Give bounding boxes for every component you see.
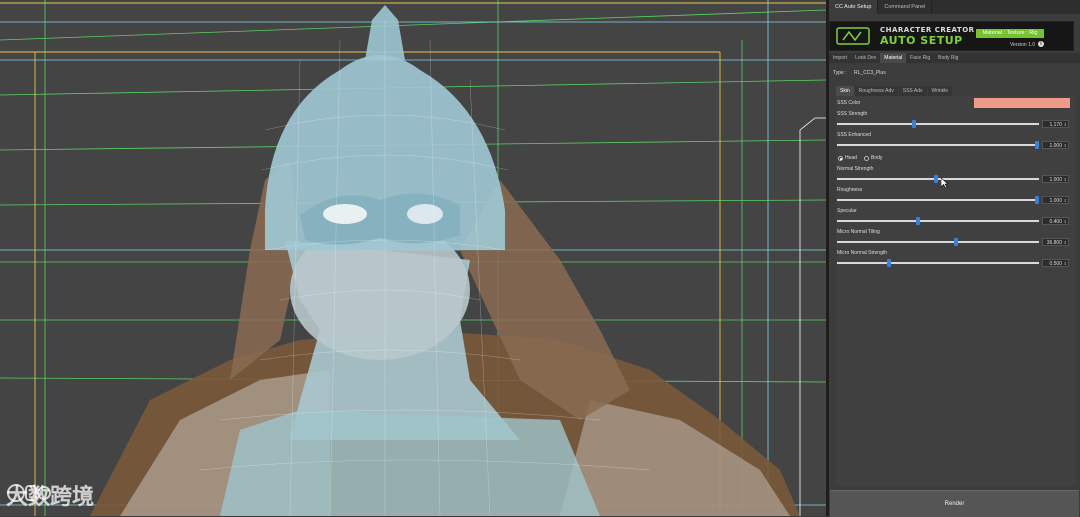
sss-color-label: SSS Color bbox=[837, 100, 861, 106]
tab-skin[interactable]: Skin bbox=[836, 86, 854, 96]
sss-strength-value-text: 1.170 bbox=[1049, 122, 1062, 128]
normal-strength-thumb[interactable] bbox=[934, 175, 939, 183]
tab-import[interactable]: Import bbox=[829, 53, 851, 63]
tab-look-dev[interactable]: Look Dev bbox=[851, 53, 880, 63]
tab-face-rig[interactable]: Face Rig bbox=[906, 53, 934, 63]
watermark: 大数跨境 bbox=[6, 480, 94, 510]
workflow-tabs: Import Look Dev Material Face Rig Body R… bbox=[829, 53, 1080, 63]
spinner-icon[interactable]: ⇕ bbox=[1064, 121, 1067, 129]
specular-value[interactable]: 0.400 ⇕ bbox=[1042, 217, 1069, 225]
roughness-thumb[interactable] bbox=[1035, 196, 1039, 204]
side-panel: CC Auto Setup Command Panel CHARACTER CR… bbox=[829, 0, 1080, 517]
banner-title-line2: AUTO SETUP bbox=[880, 34, 963, 47]
specular-value-text: 0.400 bbox=[1049, 219, 1062, 225]
panel-tabs: CC Auto Setup Command Panel bbox=[829, 0, 1080, 14]
normal-strength-value[interactable]: 1.000 ⇕ bbox=[1042, 175, 1069, 183]
normal-strength-value-text: 1.000 bbox=[1049, 177, 1062, 183]
plugin-banner: CHARACTER CREATOR AUTO SETUP Material : … bbox=[829, 21, 1074, 51]
tab-wrinkle[interactable]: Wrinkle bbox=[927, 86, 953, 96]
type-row: Type : RL_CC3_Plus bbox=[833, 70, 892, 76]
skin-settings: SSS Color SSS Strength 1.170 ⇕ SSS Enhanc… bbox=[836, 96, 1076, 486]
mouse-cursor-icon bbox=[941, 178, 949, 188]
tab-sss-adv[interactable]: SSS Adv bbox=[898, 86, 927, 96]
spinner-icon[interactable]: ⇕ bbox=[1064, 197, 1067, 205]
tab-cc-auto-setup[interactable]: CC Auto Setup bbox=[829, 0, 879, 14]
tab-command-panel[interactable]: Command Panel bbox=[878, 0, 933, 14]
micro-normal-strength-value-text: 0.500 bbox=[1049, 261, 1062, 267]
specular-thumb[interactable] bbox=[916, 217, 921, 225]
character-creator-logo-icon bbox=[836, 27, 870, 45]
sss-strength-value[interactable]: 1.170 ⇕ bbox=[1042, 120, 1069, 128]
roughness-slider[interactable] bbox=[837, 199, 1039, 201]
tab-body-rig[interactable]: Body Rig bbox=[934, 53, 962, 63]
spinner-icon[interactable]: ⇕ bbox=[1064, 142, 1067, 150]
micro-normal-tiling-label: Micro Normal Tiling bbox=[837, 229, 880, 235]
roughness-value-text: 1.000 bbox=[1049, 198, 1062, 204]
specular-label: Specular bbox=[837, 208, 857, 214]
micro-normal-strength-thumb[interactable] bbox=[886, 259, 891, 267]
info-icon[interactable]: i bbox=[1038, 41, 1044, 47]
sss-enhanced-thumb[interactable] bbox=[1035, 141, 1039, 149]
spinner-icon[interactable]: ⇕ bbox=[1064, 218, 1067, 226]
watermark-logo-icon bbox=[7, 484, 51, 502]
radio-body[interactable] bbox=[864, 156, 869, 161]
micro-normal-strength-slider[interactable] bbox=[837, 262, 1039, 264]
micro-normal-strength-value[interactable]: 0.500 ⇕ bbox=[1042, 259, 1069, 267]
tab-roughness-adv[interactable]: Roughness Adv bbox=[854, 86, 898, 96]
type-value: RL_CC3_Plus bbox=[854, 70, 886, 76]
version-label: Version 1.0 bbox=[1010, 42, 1036, 48]
spinner-icon[interactable]: ⇕ bbox=[1064, 239, 1067, 247]
radio-head[interactable] bbox=[838, 156, 843, 161]
radio-body-label: Body bbox=[871, 155, 883, 161]
micro-normal-strength-label: Micro Normal Strength bbox=[837, 250, 888, 256]
micro-normal-tiling-thumb[interactable] bbox=[953, 238, 958, 246]
radio-head-label: Head bbox=[845, 155, 857, 161]
sss-enhanced-value-text: 1.000 bbox=[1049, 143, 1062, 149]
specular-slider[interactable] bbox=[837, 220, 1039, 222]
spinner-icon[interactable]: ⇕ bbox=[1064, 260, 1067, 268]
sss-color-swatch[interactable] bbox=[974, 98, 1070, 108]
spinner-icon[interactable]: ⇕ bbox=[1064, 176, 1067, 184]
banner-badge: Material : Texture : Rig bbox=[976, 29, 1044, 38]
micro-normal-tiling-slider[interactable] bbox=[837, 241, 1039, 243]
tab-material[interactable]: Material bbox=[880, 53, 907, 63]
sss-enhanced-label: SSS Enhanced bbox=[837, 132, 871, 138]
micro-normal-tiling-value[interactable]: 36.800 ⇕ bbox=[1042, 238, 1069, 246]
sss-strength-thumb[interactable] bbox=[912, 120, 917, 128]
sss-enhanced-slider[interactable] bbox=[837, 144, 1039, 146]
type-label: Type : bbox=[833, 70, 847, 76]
roughness-label: Roughness bbox=[837, 187, 863, 193]
micro-normal-tiling-value-text: 36.800 bbox=[1046, 240, 1062, 246]
sss-enhanced-value[interactable]: 1.000 ⇕ bbox=[1042, 141, 1069, 149]
banner-title-line1: CHARACTER CREATOR bbox=[880, 26, 975, 34]
sss-strength-label: SSS Strength bbox=[837, 111, 868, 117]
sss-strength-slider[interactable] bbox=[837, 123, 1039, 125]
3d-viewport[interactable]: 大数跨境 bbox=[0, 0, 826, 516]
roughness-value[interactable]: 1.000 ⇕ bbox=[1042, 196, 1069, 204]
wireframe-scene bbox=[0, 0, 826, 516]
normal-strength-label: Normal Strength bbox=[837, 166, 874, 172]
render-button[interactable]: Render bbox=[830, 490, 1079, 517]
